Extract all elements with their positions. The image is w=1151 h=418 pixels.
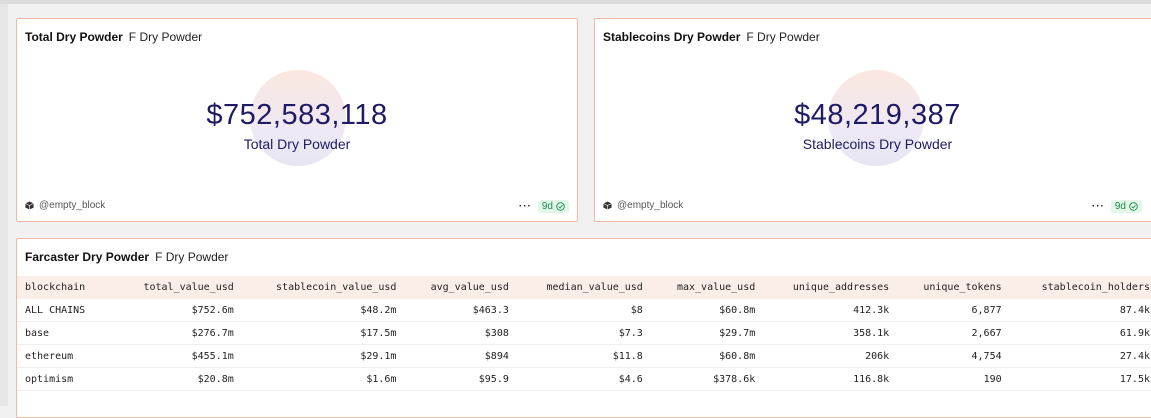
table-cell: $894: [404, 344, 517, 368]
table-cell: $29.1m: [241, 344, 405, 368]
check-circle-icon: [556, 202, 565, 211]
table-cell: ALL CHAINS: [17, 299, 115, 322]
table-row: optimism $20.8m $1.6m $95.9 $4.6 $378.6k…: [17, 367, 1151, 391]
column-header[interactable]: median_value_usd: [517, 276, 651, 299]
card-title: Total Dry Powder F Dry Powder: [25, 30, 202, 44]
counter-value: $752,583,118: [206, 99, 388, 131]
counter-value: $48,219,387: [794, 99, 961, 131]
freshness-age: 9d: [1114, 201, 1126, 212]
counter-label: Stablecoins Dry Powder: [802, 136, 953, 152]
column-header[interactable]: unique_addresses: [763, 276, 897, 299]
author-link[interactable]: @empty_block: [25, 200, 105, 211]
table-cell: 206k: [763, 344, 898, 368]
table-cell: 27.4k: [1009, 344, 1151, 368]
cube-icon: [25, 201, 34, 210]
table-cell: 190: [897, 367, 1010, 391]
author-link[interactable]: @empty_block: [603, 200, 683, 211]
table-cell: $20.8m: [115, 367, 242, 391]
table-cell: 17.5k: [1009, 367, 1151, 391]
author-name: @empty_block: [617, 200, 684, 211]
column-header[interactable]: unique_tokens: [897, 276, 1009, 299]
check-circle-icon: [1129, 202, 1138, 211]
table-cell: $29.7m: [650, 321, 764, 345]
card-title: Farcaster Dry Powder F Dry Powder: [25, 250, 228, 264]
cube-icon: [603, 201, 612, 210]
column-header[interactable]: stablecoin_value_usd: [242, 276, 405, 299]
table-cell: $455.1m: [115, 344, 242, 368]
table-cell: 6,877: [897, 299, 1010, 322]
table-cell: $17.5m: [241, 321, 405, 345]
column-header[interactable]: max_value_usd: [651, 276, 763, 299]
card-title-text[interactable]: Farcaster Dry Powder: [25, 250, 149, 264]
table-cell: $60.8m: [650, 299, 764, 322]
card-subtitle[interactable]: F Dry Powder: [129, 30, 202, 44]
card-actions: ··· 9d: [519, 200, 569, 213]
column-header[interactable]: blockchain: [17, 276, 115, 299]
table-cell: $95.9: [404, 367, 517, 391]
ellipsis-icon[interactable]: ···: [1092, 201, 1105, 212]
table-cell: $463.3: [404, 299, 517, 322]
column-header[interactable]: avg_value_usd: [404, 276, 516, 299]
counter-card-total: Total Dry Powder F Dry Powder $752,583,11…: [16, 18, 578, 222]
table-cell: 358.1k: [763, 321, 898, 345]
freshness-badge[interactable]: 9d: [537, 200, 569, 213]
column-header[interactable]: total_value_usd: [115, 276, 242, 299]
table-row: base $276.7m $17.5m $308 $7.3 $29.7m 358…: [17, 321, 1151, 345]
table-cell: $48.2m: [241, 299, 405, 322]
card-title-text[interactable]: Stablecoins Dry Powder: [603, 30, 740, 44]
top-strip: [0, 0, 1151, 4]
table-cell: $308: [404, 321, 517, 345]
card-actions: ··· 9d: [1092, 200, 1142, 213]
counter-label: Total Dry Powder: [243, 136, 351, 152]
freshness-badge[interactable]: 9d: [1110, 200, 1142, 213]
table-cell: $8: [516, 299, 651, 322]
data-table: blockchain total_value_usd stablecoin_va…: [17, 276, 1151, 391]
table-cell: $4.6: [516, 367, 651, 391]
column-header[interactable]: stablecoin_holders: [1010, 276, 1151, 299]
table-cell: $7.3: [516, 321, 651, 345]
table-cell: 412.3k: [763, 299, 898, 322]
freshness-age: 9d: [541, 201, 553, 212]
author-name: @empty_block: [39, 200, 106, 211]
table-row: ALL CHAINS $752.6m $48.2m $463.3 $8 $60.…: [17, 299, 1151, 322]
left-gutter: [0, 4, 8, 406]
table-header-row: blockchain total_value_usd stablecoin_va…: [17, 276, 1151, 299]
table-cell: $60.8m: [650, 344, 764, 368]
table-cell: $752.6m: [115, 299, 242, 322]
table-cell: ethereum: [17, 344, 115, 368]
table-cell: 61.9k: [1009, 321, 1151, 345]
card-subtitle[interactable]: F Dry Powder: [155, 250, 228, 264]
table-cell: $378.6k: [650, 367, 764, 391]
card-title: Stablecoins Dry Powder F Dry Powder: [603, 30, 820, 44]
table-row: ethereum $455.1m $29.1m $894 $11.8 $60.8…: [17, 344, 1151, 368]
table-cell: 2,667: [897, 321, 1010, 345]
table-cell: $11.8: [516, 344, 651, 368]
table-cell: optimism: [17, 367, 115, 391]
counter-card-stablecoins: Stablecoins Dry Powder F Dry Powder $48,2…: [594, 18, 1151, 222]
table-card: Farcaster Dry Powder F Dry Powder blockch…: [16, 238, 1151, 418]
card-subtitle[interactable]: F Dry Powder: [746, 30, 819, 44]
table-cell: 4,754: [897, 344, 1010, 368]
table-cell: 87.4k: [1009, 299, 1151, 322]
table-cell: base: [17, 321, 115, 345]
ellipsis-icon[interactable]: ···: [519, 201, 532, 212]
card-title-text[interactable]: Total Dry Powder: [25, 30, 123, 44]
table-cell: $1.6m: [241, 367, 405, 391]
table-cell: $276.7m: [115, 321, 242, 345]
table-cell: 116.8k: [763, 367, 898, 391]
